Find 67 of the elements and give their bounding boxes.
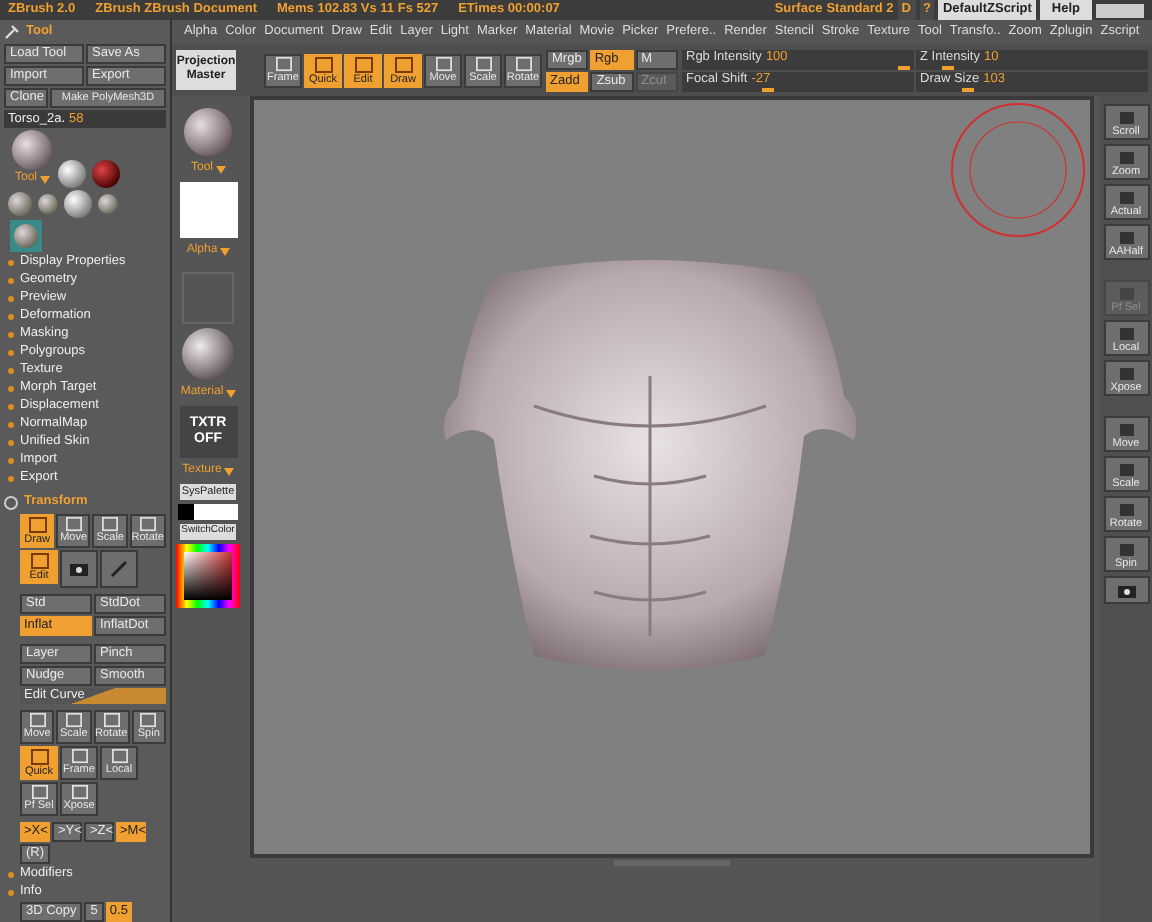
- box-icon: [63, 712, 84, 728]
- tool-glyph-icon: [1117, 150, 1135, 166]
- box-icon: [137, 516, 158, 532]
- bullet-icon: [8, 475, 14, 481]
- box-icon: [27, 516, 48, 534]
- bullet-icon: [8, 349, 14, 355]
- caret-icon[interactable]: [215, 165, 225, 173]
- box-icon: [63, 516, 84, 532]
- box-icon: [100, 516, 121, 532]
- box-icon: [473, 55, 493, 71]
- wrench-icon: [4, 23, 20, 39]
- caret-icon[interactable]: [225, 389, 236, 397]
- tool-glyph-icon: [1117, 462, 1135, 478]
- tool-thumbnail[interactable]: [184, 108, 232, 156]
- tool-glyph-icon: [1117, 190, 1135, 206]
- tool-glyph-icon: [1117, 422, 1135, 438]
- box-icon: [393, 55, 413, 73]
- bullet-icon: [8, 331, 14, 337]
- secondary-color-swatch[interactable]: [194, 504, 238, 521]
- box-icon: [27, 712, 48, 728]
- bullet-icon: [8, 889, 14, 895]
- tool-glyph-icon: [1117, 286, 1135, 302]
- bullet-icon: [8, 367, 14, 373]
- brush-cursor-icon: [946, 100, 1090, 240]
- alpha-thumbnail[interactable]: [179, 182, 237, 238]
- tool-glyph-icon: [1117, 326, 1135, 342]
- box-icon: [101, 712, 122, 728]
- caret-icon[interactable]: [39, 175, 49, 183]
- sphere-tool[interactable]: [58, 160, 86, 188]
- box-icon: [138, 712, 159, 728]
- caret-icon[interactable]: [223, 467, 234, 475]
- color-picker[interactable]: [176, 543, 240, 608]
- sphere-tool[interactable]: [64, 190, 92, 218]
- caret-icon[interactable]: [219, 247, 230, 255]
- tool-glyph-icon: [1117, 542, 1135, 558]
- box-icon: [513, 55, 533, 71]
- tool-glyph-icon: [1117, 230, 1135, 246]
- bullet-icon: [8, 439, 14, 445]
- box-icon: [433, 55, 453, 71]
- tool-thumbnail[interactable]: [12, 130, 52, 170]
- camera-button[interactable]: [1103, 576, 1149, 604]
- transform-icon: [4, 495, 18, 509]
- camera-icon: [70, 562, 88, 576]
- pen-button[interactable]: [100, 550, 138, 588]
- frame-icon: [29, 552, 49, 570]
- bullet-icon: [8, 313, 14, 319]
- main-color-swatch[interactable]: [178, 504, 194, 521]
- camera-icon: [1117, 583, 1135, 597]
- bullet-icon: [8, 385, 14, 391]
- bullet-icon: [8, 277, 14, 283]
- document-canvas[interactable]: [250, 96, 1094, 858]
- camera-button[interactable]: [60, 550, 98, 588]
- material-sphere[interactable]: [182, 328, 234, 380]
- bullet-icon: [8, 871, 14, 877]
- bullet-icon: [8, 421, 14, 427]
- bullet-icon: [8, 457, 14, 463]
- pen-icon: [110, 560, 128, 578]
- tool-glyph-icon: [1117, 366, 1135, 382]
- box-icon: [353, 55, 373, 73]
- box-icon: [313, 55, 333, 73]
- bullet-icon: [8, 259, 14, 265]
- bullet-icon: [8, 403, 14, 409]
- tool-glyph-icon: [1117, 110, 1135, 126]
- box-icon: [273, 55, 293, 71]
- glossy-sphere-tool[interactable]: [92, 160, 120, 188]
- tool-glyph-icon: [1117, 502, 1135, 518]
- bullet-icon: [8, 295, 14, 301]
